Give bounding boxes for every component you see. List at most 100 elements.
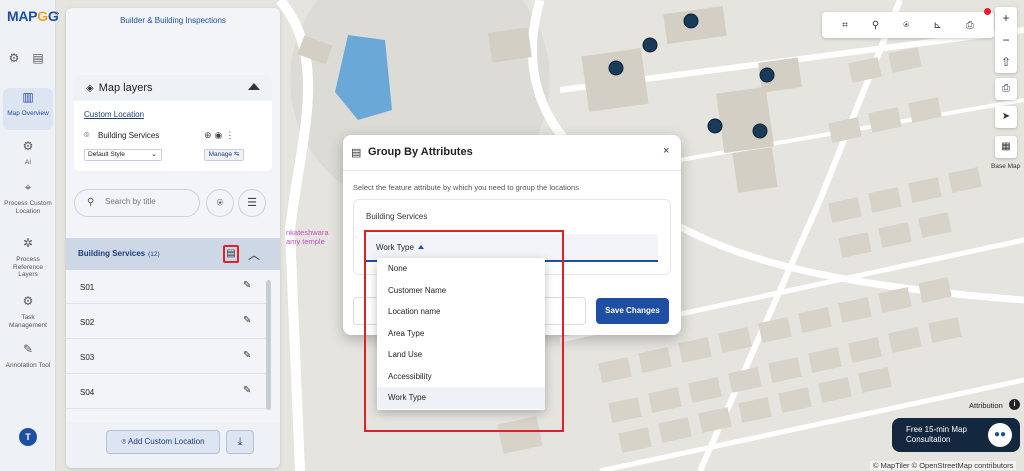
more-options-icon[interactable]: ⋮ [225,130,237,140]
location-pin-icon: ⍟ [216,197,224,209]
list-item[interactable]: S03 ✎ [66,340,266,374]
dropdown-option-selected[interactable]: Work Type [377,387,545,409]
poi-label-line2: amy temple [286,237,325,246]
edit-icon[interactable]: ✎ [243,315,251,326]
caret-up-icon [417,245,424,249]
navigate-button[interactable]: ➤ [995,106,1017,128]
base-map-button[interactable]: ▦ [995,136,1017,158]
list-item[interactable]: S01 ✎ [66,270,266,304]
map-marker [759,67,775,83]
avatar[interactable]: T [19,428,37,446]
rail-item-map-overview[interactable]: ▥ Map Overview [3,88,53,130]
location-pin-icon: ⌾ [84,130,90,140]
attribution-label[interactable]: Attribution [969,401,1003,410]
edit-icon[interactable]: ✎ [243,350,251,361]
filter-button[interactable]: ☰ [238,189,266,217]
download-button[interactable]: ⤓ [226,430,254,454]
layer-style-select[interactable]: Default Style ⌄ [84,149,162,161]
locate-button[interactable]: ⍟ [206,189,234,217]
dropdown-option[interactable]: Customer Name [377,280,545,302]
list-item-label: S01 [80,283,95,292]
print-icon[interactable]: ⎙ [966,20,974,31]
zoom-control: + − ⇧ [995,7,1017,73]
chevron-down-icon: ⌄ [151,151,157,158]
map-marker [608,60,624,76]
map-credits: © MapTiler © OpenStreetMap contributors [870,461,1017,470]
custom-location-link[interactable]: Custom Location [84,110,144,119]
group-count: (12) [148,251,160,258]
dropdown-option[interactable]: Location name [377,301,545,323]
visibility-icon[interactable]: ◉ [215,130,226,140]
rail-top-icons: ⚙ ▤ [6,50,46,66]
info-icon[interactable]: i [1009,399,1020,410]
measure-icon[interactable]: ⌗ [842,20,848,31]
app-logo[interactable]: MAPGG [7,8,59,24]
map-marker [642,37,658,53]
edit-icon[interactable]: ✎ [243,385,251,396]
save-changes-button[interactable]: Save Changes [596,298,669,324]
layer-actions: ⊕◉⋮ [204,130,237,141]
rail-item-label: Map Overview [7,110,49,117]
search-icon: ⚲ [87,197,95,208]
dropdown-option[interactable]: Accessibility [377,366,545,388]
map-layers-header[interactable]: ◈ Map layers [74,75,272,101]
rail-item-annotation-tool[interactable]: ✎ Annotation Tool [3,343,53,370]
attribute-select-value: Work Type [376,243,414,252]
rail-item-label: Annotation Tool [5,362,51,369]
filter-sliders-icon: ☰ [247,197,257,209]
dropdown-option[interactable]: Area Type [377,323,545,345]
map-marker [707,118,723,134]
consultation-banner[interactable]: Free 15-min Map Consultation ●● [892,418,1020,452]
rail-item-label: AI [24,159,32,166]
list-item[interactable]: S04 ✎ [66,375,266,409]
dropdown-option[interactable]: None [377,258,545,280]
group-by-button[interactable]: ▤ [223,245,239,263]
zoom-to-layer-icon[interactable]: ⊕ [204,130,215,140]
close-icon[interactable]: × [663,145,669,157]
zoom-out-button[interactable]: − [995,29,1017,51]
navigate-icon: ➤ [1001,111,1011,122]
compass-icon[interactable]: ⇧ [995,51,1017,73]
list-item-label: S03 [80,353,95,362]
search-icon[interactable]: ⚲ [872,20,879,31]
poi-label: nkateshwara amy temple [286,228,329,246]
search-box: ⚲ [74,189,200,217]
bookmark-icon[interactable]: ⊾ [933,20,941,31]
manage-button[interactable]: Manage ⇆ [204,149,244,161]
rail-item-task-management[interactable]: ⚙ Task Management [3,295,53,329]
logo-prefix: MAP [7,8,38,24]
add-custom-location-button[interactable]: ⌾ Add Custom Location [106,430,220,454]
list-item[interactable]: S02 ✎ [66,305,266,339]
base-map-label: Base Map [991,163,1021,170]
map-marker [683,13,699,29]
rail-item-process-custom-location[interactable]: ⌖ Process Custom Location [3,181,53,215]
chevron-up-icon[interactable]: ︿ [248,246,260,263]
rail-item-ai[interactable]: ⚙ AI [3,139,53,167]
list-item-label: S02 [80,318,95,327]
rail-item-process-reference-layers[interactable]: ✲ Process Reference Layers [3,236,53,279]
notification-badge [984,8,991,15]
collapse-up-icon[interactable] [248,83,260,90]
search-input[interactable] [105,197,195,206]
layers-icon: ✲ [22,236,34,250]
settings-icon[interactable]: ⚙ [6,50,22,66]
ai-icon: ⚙ [22,139,34,153]
attribute-dropdown: None Customer Name Location name Area Ty… [377,258,545,410]
group-name: Building Services [78,249,146,258]
notes-icon[interactable]: ▤ [30,50,46,66]
edit-icon[interactable]: ✎ [243,280,251,291]
rail-item-label: Process Custom Location [4,200,52,215]
map-toolbar: ⌗ ⚲ ⍟ ⊾ ⎙ [822,12,994,38]
layer-style-value: Default Style [88,151,125,158]
left-rail: MAPGG ⚙ ▤ ▥ Map Overview ⚙ AI ⌖ Process … [0,0,59,471]
rail-collapse-toggle[interactable]: › [56,8,66,26]
chat-icon[interactable]: ●● [988,423,1012,447]
attribute-card-label: Building Services [366,212,428,221]
group-by-icon: ▤ [226,248,236,259]
dropdown-option[interactable]: Land Use [377,344,545,366]
list-scrollbar[interactable] [266,280,271,410]
print-button[interactable]: ⎙ [995,78,1017,100]
location-pin-icon[interactable]: ⍟ [903,20,909,31]
map-marker [752,123,768,139]
zoom-in-button[interactable]: + [995,7,1017,29]
